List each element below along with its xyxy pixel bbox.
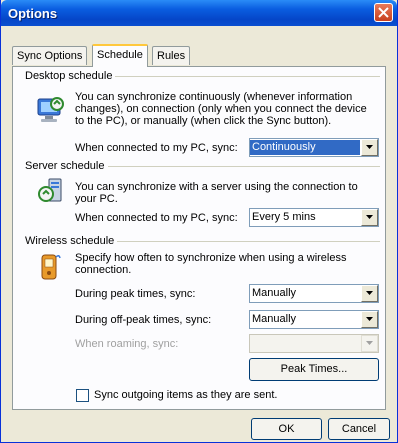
offpeak-sync-value: Manually [252,313,297,325]
tab-sync-options[interactable]: Sync Options [12,46,88,65]
desktop-sync-label: When connected to my PC, sync: [75,142,238,154]
wireless-schedule-heading: Wireless schedule [25,235,118,247]
roaming-sync-value [250,336,360,351]
peak-sync-select[interactable]: Manually [249,284,379,303]
desktop-sync-select[interactable]: Continuously [249,138,379,157]
close-button[interactable] [374,3,393,22]
chevron-down-icon [366,291,373,295]
title-bar[interactable]: Options [1,0,397,26]
desktop-description: You can synchronize continuously (whenev… [75,91,367,127]
desktop-schedule-heading: Desktop schedule [25,70,116,82]
sync-outgoing-label: Sync outgoing items as they are sent. [94,389,278,401]
offpeak-sync-dropdown-button[interactable] [361,311,378,328]
server-sync-value: Every 5 mins [252,211,316,223]
peak-sync-label: During peak times, sync: [75,288,196,300]
server-sync-dropdown-button[interactable] [361,209,378,226]
options-dialog: Options Sync Options Schedule Rules Desk… [0,0,398,443]
tab-rules[interactable]: Rules [152,46,191,65]
chevron-down-icon [366,317,373,321]
close-icon [378,7,389,18]
sync-outgoing-checkbox[interactable] [76,389,89,402]
server-sync-icon [37,177,65,208]
server-schedule-heading: Server schedule [25,160,108,172]
roaming-sync-select[interactable] [249,334,379,353]
server-sync-select[interactable]: Every 5 mins [249,208,379,227]
chevron-down-icon [366,215,373,219]
desktop-sync-dropdown-button[interactable] [361,139,378,156]
wireless-description: Specify how often to synchronize when us… [75,252,347,276]
tab-schedule[interactable]: Schedule [92,44,148,67]
peak-sync-value: Manually [252,287,297,299]
roaming-sync-dropdown-button[interactable] [361,335,378,352]
wireless-device-icon [37,252,61,285]
roaming-sync-label: When roaming, sync: [75,338,179,350]
window-title: Options [8,6,58,21]
peak-sync-dropdown-button[interactable] [361,285,378,302]
desktop-sync-icon [35,95,65,128]
offpeak-sync-label: During off-peak times, sync: [75,314,212,326]
peak-times-button[interactable]: Peak Times... [249,358,379,381]
desktop-sync-value: Continuously [250,140,360,155]
chevron-down-icon [366,341,373,345]
cancel-button[interactable]: Cancel [328,418,390,440]
server-description: You can synchronize with a server using … [75,181,358,205]
ok-button[interactable]: OK [251,418,322,440]
offpeak-sync-select[interactable]: Manually [249,310,379,329]
server-sync-label: When connected to my PC, sync: [75,212,238,224]
chevron-down-icon [366,145,373,149]
